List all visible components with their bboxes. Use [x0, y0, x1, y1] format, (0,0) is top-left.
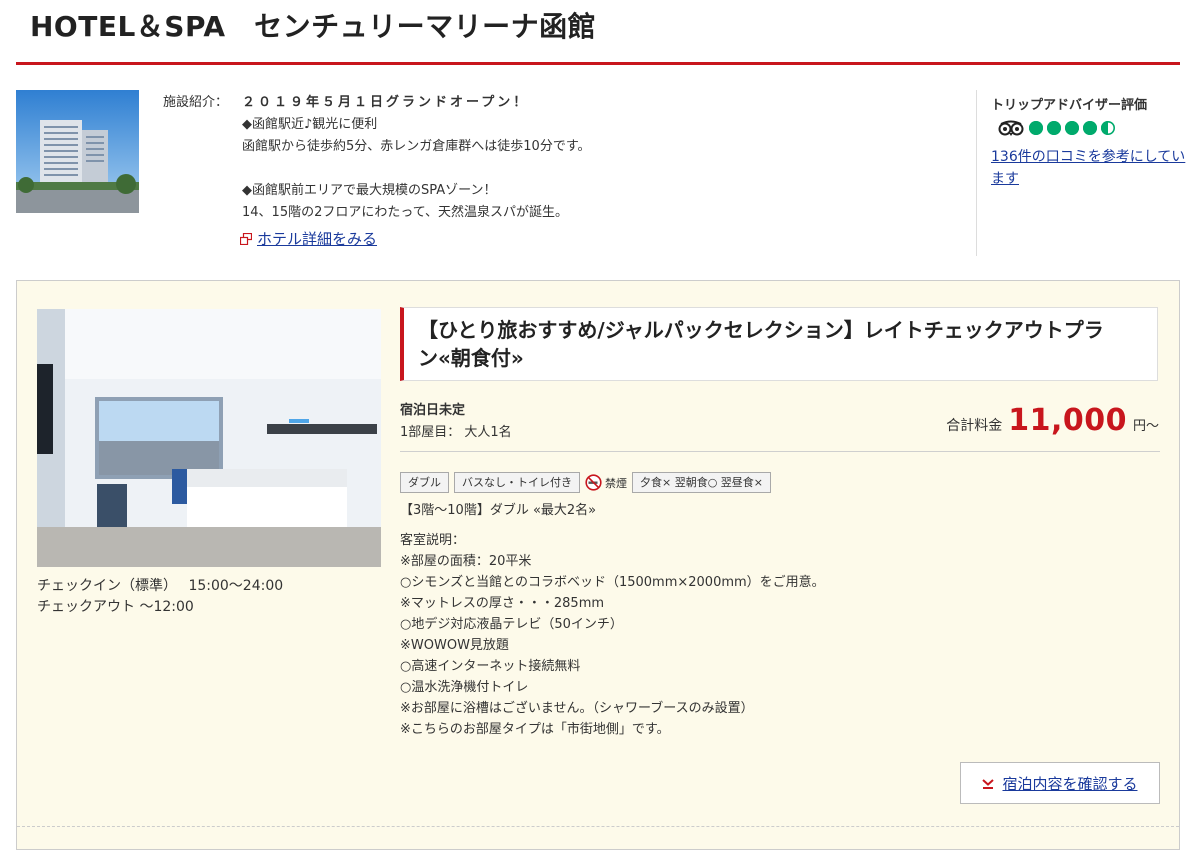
description-line: ※お部屋に浴槽はございません。（シャワーブースのみ設置）	[400, 701, 754, 716]
no-smoking-label: 禁煙	[605, 476, 627, 490]
hotel-detail-link-label: ホテル詳細をみる	[257, 230, 378, 248]
meal-tag: 夕食× 翌朝食○ 翌昼食×	[632, 472, 772, 493]
description-line: ○地デジ対応液晶テレビ（50インチ）	[400, 617, 623, 632]
bed-type-tag: ダブル	[400, 472, 449, 493]
external-window-icon	[240, 232, 252, 245]
intro-line: 14、15階の2フロアにわたって、天然温泉スパが誕生。	[242, 205, 569, 220]
plan-title: 【ひとり旅おすすめ/ジャルパックセレクション】レイトチェックアウトプラン«朝食付…	[418, 318, 1104, 370]
confirm-stay-button[interactable]: 宿泊内容を確認する	[960, 762, 1160, 804]
tripadvisor-review: トリップアドバイザー評価 136件の口コミを参考にしています	[976, 90, 1187, 256]
description-line: ※こちらのお部屋タイプは「市街地側」です。	[400, 722, 670, 737]
hotel-exterior-photo[interactable]	[16, 90, 139, 213]
description-line: ※WOWOW見放題	[400, 638, 509, 653]
intro-line: ◆函館駅近♪観光に便利	[242, 117, 378, 132]
intro-headline: ２０１９年５月１日グランドオープン！	[242, 95, 530, 110]
rating-dot	[1101, 121, 1116, 135]
description-line: ○温水洗浄機付トイレ	[400, 680, 529, 695]
plan-divider	[400, 451, 1160, 452]
no-smoking-icon	[585, 474, 602, 491]
rating-dot	[1082, 121, 1097, 135]
rating-dot	[1064, 121, 1079, 135]
review-title: トリップアドバイザー評価	[991, 98, 1148, 113]
room-description: 客室説明： ※部屋の面積：20平米 ○シモンズと当館とのコラボベッド（1500mm×…	[400, 530, 825, 740]
chevron-down-icon	[982, 779, 995, 789]
stay-date: 宿泊日未定	[400, 403, 466, 418]
rating-dot	[1029, 121, 1043, 135]
card-footer-divider	[17, 826, 1179, 827]
title-divider	[16, 62, 1180, 65]
checkin-time: チェックイン（標準） 15:00～24:00	[37, 578, 284, 594]
rating-dots	[1029, 121, 1116, 135]
review-count-link[interactable]: 136件の口コミを参考にしています	[991, 146, 1186, 190]
plan-card: チェックイン（標準） 15:00～24:00 チェックアウト ～12:00 【ひ…	[16, 280, 1180, 850]
intro-line	[242, 158, 942, 180]
rating-dot	[1046, 121, 1061, 135]
room-tags: ダブル バスなし・トイレ付き 禁煙 夕食× 翌朝食○ 翌昼食×	[400, 472, 772, 493]
hotel-detail-link[interactable]: ホテル詳細をみる	[240, 228, 377, 249]
tripadvisor-owl-icon	[998, 120, 1024, 136]
description-line: ○シモンズと当館とのコラボベッド（1500mm×2000mm）をご用意。	[400, 575, 825, 590]
intro-line: ◆函館駅前エリアで最大規模のSPAゾーン！	[242, 183, 497, 198]
hotel-introduction: ２０１９年５月１日グランドオープン！ ◆函館駅近♪観光に便利 函館駅から徒歩約5…	[242, 92, 942, 224]
room-type: 【3階～10階】ダブル «最大2名»	[400, 503, 597, 518]
description-line: ※マットレスの厚さ・・・285mm	[400, 596, 605, 611]
hotel-name: HOTEL＆SPA センチュリーマリーナ函館	[30, 10, 597, 43]
intro-line: 函館駅から徒歩約5分、赤レンガ倉庫群へは徒歩10分です。	[242, 139, 591, 154]
checkout-time: チェックアウト ～12:00	[37, 599, 194, 615]
plan-title-box: 【ひとり旅おすすめ/ジャルパックセレクション】レイトチェックアウトプラン«朝食付…	[400, 307, 1158, 381]
bath-tag: バスなし・トイレ付き	[454, 472, 580, 493]
price-area: 合計料金 11,000 円～	[946, 403, 1159, 438]
price-label: 合計料金	[946, 418, 1003, 434]
room-photo[interactable]	[37, 309, 381, 567]
intro-label: 施設紹介：	[163, 95, 229, 110]
description-line: 客室説明：	[400, 533, 466, 548]
checkin-info: チェックイン（標準） 15:00～24:00 チェックアウト ～12:00	[37, 576, 283, 618]
review-rating	[997, 120, 1120, 136]
room-guests: 1部屋目： 大人1名	[400, 425, 512, 440]
description-line: ○高速インターネット接続無料	[400, 659, 581, 674]
no-smoking-badge: 禁煙	[585, 474, 627, 491]
price-unit: 円～	[1132, 419, 1159, 434]
description-line: ※部屋の面積：20平米	[400, 554, 532, 569]
confirm-stay-label: 宿泊内容を確認する	[1002, 774, 1138, 793]
price-value: 11,000	[1008, 403, 1127, 438]
